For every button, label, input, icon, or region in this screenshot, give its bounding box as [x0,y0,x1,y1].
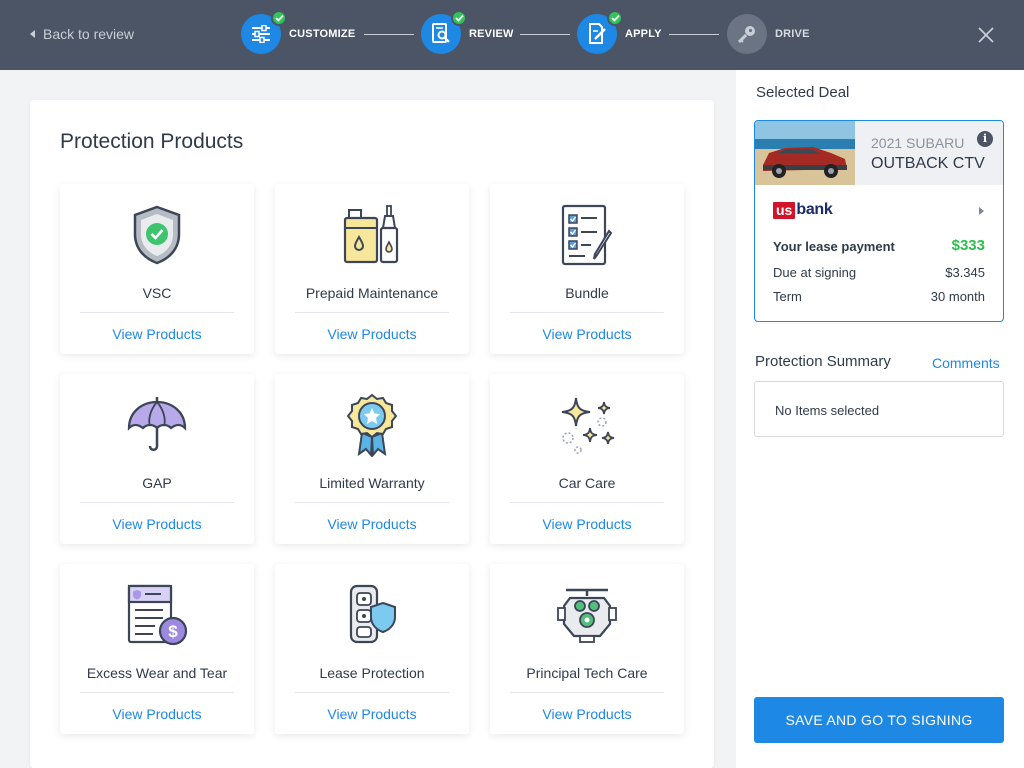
step-customize[interactable]: CUSTOMIZE [241,10,356,54]
step-review[interactable]: REVIEW [421,10,514,54]
product-name: Bundle [565,285,609,301]
shield-check-icon [117,202,197,268]
term-value: 30 month [930,289,985,304]
view-products-link[interactable]: View Products [60,706,254,722]
product-name: Principal Tech Care [526,665,648,681]
product-card-limited-warranty[interactable]: Limited Warranty View Products [275,374,469,544]
key-icon [727,14,767,54]
step-connector [364,34,414,35]
page-title: Protection Products [60,130,244,153]
info-icon[interactable]: i [977,131,993,147]
car-year-make: 2021 SUBARU [871,135,965,151]
divider [510,312,664,313]
selected-deal-card[interactable]: 2021 SUBARU OUTBACK CTV i us bank Your le… [754,120,1004,322]
product-name: VSC [142,285,172,301]
product-name: Prepaid Maintenance [305,285,439,301]
sliders-icon [241,10,287,54]
step-complete-check-icon [271,10,287,26]
lease-payment-value: $333 [951,237,985,254]
product-card-vsc[interactable]: VSC View Products [60,184,254,354]
divider [510,502,664,503]
step-connector [520,34,570,35]
protection-products-panel: Protection Products VSC View Products Pr… [30,100,714,768]
step-label: DRIVE [775,28,810,40]
divider [510,692,664,693]
deal-header: 2021 SUBARU OUTBACK CTV i [755,121,1003,185]
product-name: GAP [142,475,172,491]
sparkles-icon [547,392,627,458]
oil-bottles-icon [332,202,412,268]
view-products-link[interactable]: View Products [60,516,254,532]
document-search-icon [421,10,467,54]
save-and-go-to-signing-button[interactable]: SAVE AND GO TO SIGNING [754,697,1004,743]
product-card-car-care[interactable]: Car Care View Products [490,374,684,544]
product-name: Limited Warranty [319,475,425,491]
car-model: OUTBACK CTV [871,155,985,172]
bank-logo: us bank [773,201,833,219]
protection-summary-title: Protection Summary [755,353,891,370]
chevron-right-icon[interactable] [979,207,984,215]
lease-payment-row: Your lease payment $333 [773,237,985,254]
view-products-link[interactable]: View Products [60,326,254,342]
step-label: CUSTOMIZE [289,28,356,40]
comments-link[interactable]: Comments [932,355,1000,371]
due-at-signing-label: Due at signing [773,265,857,280]
summary-empty-text: No Items selected [775,403,880,418]
view-products-link[interactable]: View Products [490,326,684,342]
product-card-principal-tech-care[interactable]: Principal Tech Care View Products [490,564,684,734]
selected-deal-title: Selected Deal [756,84,850,101]
divider [80,312,234,313]
top-navigation-bar: Back to review CUSTOMIZE REVIEW APPLY DR… [0,0,1024,70]
lease-payment-label: Your lease payment [773,239,895,254]
protection-summary-box: No Items selected [754,381,1004,437]
step-apply[interactable]: APPLY [577,10,662,54]
step-drive[interactable]: DRIVE [727,14,810,54]
divider [80,692,234,693]
divider [295,502,449,503]
due-at-signing-value: $3.345 [945,265,985,280]
product-name: Lease Protection [319,665,425,681]
view-products-link[interactable]: View Products [275,706,469,722]
checklist-icon [547,202,627,268]
step-complete-check-icon [451,10,467,26]
product-card-gap[interactable]: GAP View Products [60,374,254,544]
deal-sidebar: Selected Deal 2021 SUBARU OUTBACK CTV i … [736,70,1024,768]
divider [295,312,449,313]
engine-icon [547,582,627,648]
view-products-link[interactable]: View Products [490,706,684,722]
back-to-review-link[interactable]: Back to review [30,26,134,42]
back-label: Back to review [43,26,135,42]
product-card-prepaid-maintenance[interactable]: Prepaid Maintenance View Products [275,184,469,354]
step-connector [669,34,719,35]
product-name: Car Care [558,475,616,491]
view-products-link[interactable]: View Products [490,516,684,532]
product-card-lease-protection[interactable]: Lease Protection View Products [275,564,469,734]
product-name: Excess Wear and Tear [86,665,228,681]
close-icon[interactable] [976,25,996,45]
step-label: REVIEW [469,28,514,40]
back-arrow-icon [30,30,35,38]
view-products-link[interactable]: View Products [275,516,469,532]
due-at-signing-row: Due at signing $3.345 [773,265,985,280]
award-ribbon-icon [332,392,412,458]
car-image [755,121,855,185]
step-label: APPLY [625,28,662,40]
key-fob-shield-icon [332,582,412,648]
divider [295,692,449,693]
term-label: Term [773,289,802,304]
umbrella-icon [117,392,197,458]
product-card-bundle[interactable]: Bundle View Products [490,184,684,354]
document-dollar-icon: $ [117,582,197,648]
product-card-excess-wear-and-tear[interactable]: $ Excess Wear and Tear View Products [60,564,254,734]
step-complete-check-icon [607,10,623,26]
view-products-link[interactable]: View Products [275,326,469,342]
term-row: Term 30 month [773,289,985,304]
divider [80,502,234,503]
svg-text:$: $ [168,622,178,641]
document-edit-icon [577,10,623,54]
